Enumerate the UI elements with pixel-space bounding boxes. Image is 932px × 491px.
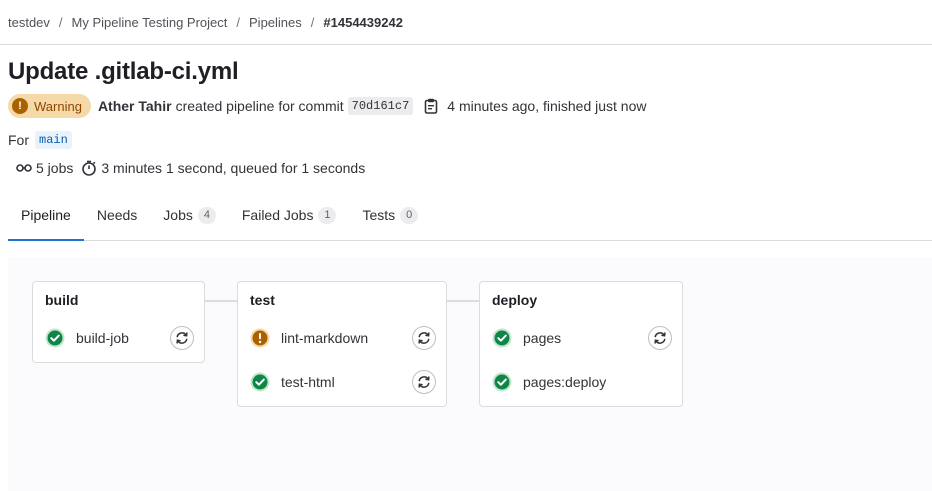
breadcrumb-item-project[interactable]: My Pipeline Testing Project	[72, 15, 228, 30]
job-name: build-job	[76, 330, 129, 346]
breadcrumb-item-pipelines[interactable]: Pipelines	[249, 15, 302, 30]
tab-failed-jobs[interactable]: Failed Jobs 1	[229, 190, 350, 240]
pipeline-icon	[16, 162, 32, 174]
clipboard-icon	[424, 98, 438, 114]
tab-tests[interactable]: Tests 0	[349, 190, 431, 240]
job-name: pages:deploy	[523, 374, 607, 390]
pipeline-time: 4 minutes ago, finished just now	[447, 98, 647, 114]
job-pages[interactable]: pages	[480, 320, 682, 356]
ref-row: For main	[8, 130, 72, 150]
pipeline-tabs: Pipeline Needs Jobs 4 Failed Jobs 1 Test…	[8, 190, 932, 241]
success-icon	[250, 372, 270, 392]
tab-count-badge: 1	[318, 206, 337, 224]
ref-prefix: For	[8, 132, 29, 148]
stage-connector	[204, 300, 238, 302]
retry-button[interactable]	[412, 370, 436, 394]
stage-build: build build-job	[32, 281, 205, 363]
tab-label: Pipeline	[21, 207, 71, 223]
page-title: Update .gitlab-ci.yml	[8, 58, 239, 85]
stage-title: build	[45, 292, 79, 308]
stage-title: test	[250, 292, 275, 308]
tab-label: Tests	[362, 207, 396, 223]
success-icon	[492, 328, 512, 348]
author-link[interactable]: Ather Tahir	[98, 98, 172, 114]
branch-link[interactable]: main	[35, 131, 72, 149]
tab-needs[interactable]: Needs	[84, 190, 150, 240]
warning-icon	[250, 328, 270, 348]
pipeline-graph: build build-job test lint-markdown test-…	[8, 257, 932, 491]
tab-pipeline[interactable]: Pipeline	[8, 190, 84, 241]
header-divider	[0, 44, 932, 45]
job-name: lint-markdown	[281, 330, 369, 346]
retry-icon	[418, 332, 430, 344]
stage-connector	[446, 300, 480, 302]
breadcrumb: testdev / My Pipeline Testing Project / …	[8, 14, 403, 30]
success-icon	[45, 328, 65, 348]
tab-jobs[interactable]: Jobs 4	[150, 190, 229, 240]
retry-button[interactable]	[170, 326, 194, 350]
retry-button[interactable]	[412, 326, 436, 350]
tab-label: Failed Jobs	[241, 207, 314, 223]
action-text: created pipeline for commit	[175, 98, 344, 114]
stage-title: deploy	[492, 292, 538, 308]
job-build-job[interactable]: build-job	[33, 320, 204, 356]
retry-icon	[176, 332, 188, 344]
copy-commit-button[interactable]	[421, 96, 441, 116]
job-name: test-html	[281, 374, 335, 390]
stopwatch-icon	[81, 160, 97, 176]
breadcrumb-item-group[interactable]: testdev	[8, 15, 50, 30]
retry-icon	[654, 332, 666, 344]
tab-label: Needs	[96, 207, 138, 223]
breadcrumb-separator: /	[310, 14, 315, 30]
stage-deploy: deploy pages pages:deploy	[479, 281, 683, 407]
tab-count-badge: 4	[197, 206, 216, 224]
breadcrumb-separator: /	[236, 14, 241, 30]
job-pages-deploy[interactable]: pages:deploy	[480, 364, 682, 400]
breadcrumb-separator: /	[58, 14, 63, 30]
breadcrumb-item-pipeline-id[interactable]: #1454439242	[323, 15, 403, 30]
warning-icon: !	[12, 98, 28, 114]
retry-icon	[418, 376, 430, 388]
tab-count-badge: 0	[400, 206, 419, 224]
jobs-count: 5 jobs	[36, 160, 74, 176]
success-icon	[492, 372, 512, 392]
pipeline-stats: 5 jobs 3 minutes 1 second, queued for 1 …	[16, 158, 365, 178]
status-badge-label: Warning	[34, 98, 82, 114]
tab-label: Jobs	[163, 207, 193, 223]
retry-button[interactable]	[648, 326, 672, 350]
duration-text: 3 minutes 1 second, queued for 1 seconds	[101, 160, 366, 176]
stage-test: test lint-markdown test-html	[237, 281, 447, 407]
commit-sha-link[interactable]: 70d161c7	[347, 97, 414, 115]
job-name: pages	[523, 330, 562, 346]
status-badge[interactable]: ! Warning	[8, 94, 91, 118]
job-test-html[interactable]: test-html	[238, 364, 446, 400]
pipeline-meta: ! Warning Ather Tahir created pipeline f…	[8, 94, 647, 118]
job-lint-markdown[interactable]: lint-markdown	[238, 320, 446, 356]
